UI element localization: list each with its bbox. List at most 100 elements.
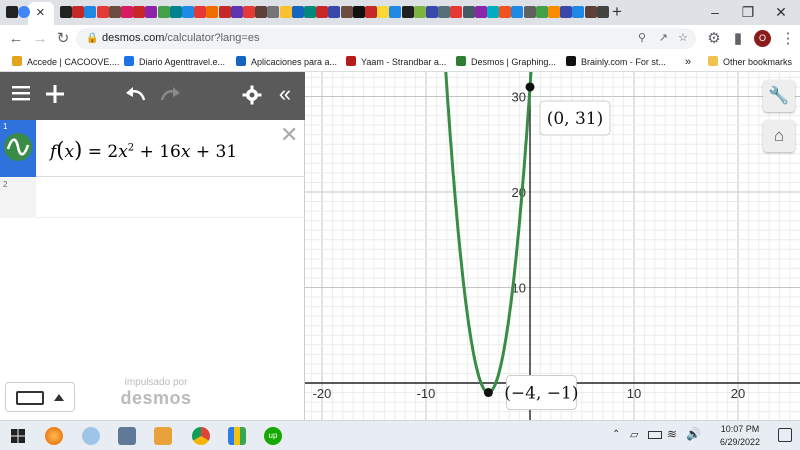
bookmark-item[interactable]: Accede | CACOOVE.... [12,56,119,68]
tab-favicon[interactable] [96,6,109,18]
point-marker[interactable] [525,82,535,92]
windows-start-icon[interactable] [11,429,25,443]
close-window-icon[interactable]: ✕ [766,3,796,21]
tab-favicon[interactable] [487,6,499,18]
tab-favicon[interactable] [108,6,121,18]
active-tab[interactable]: × [28,2,54,25]
tab-favicon[interactable] [60,6,72,18]
star-icon[interactable]: ☆ [678,28,688,49]
search-icon[interactable]: ⚲ [638,28,646,49]
tab-favicon[interactable] [291,6,304,18]
tab-favicon[interactable] [389,6,402,18]
tab-favicon[interactable] [474,6,487,18]
tab-favicon[interactable] [194,6,207,18]
share-icon[interactable]: ↗ [659,28,668,49]
firefox-icon[interactable] [45,427,63,445]
calculator-icon[interactable] [118,427,136,445]
tab-favicon[interactable] [560,6,573,18]
graph-settings-wrench-button[interactable]: 🔧 [763,80,795,112]
tab-favicon[interactable] [84,6,97,18]
profile-avatar[interactable]: O [754,30,771,47]
tab-favicon[interactable] [596,6,609,18]
tab-favicon[interactable] [255,6,268,18]
undo-icon[interactable] [124,84,148,110]
sidepanel-icon[interactable]: ▮ [728,29,748,49]
tab-favicon[interactable] [340,6,353,18]
volume-icon[interactable]: 🔊 [686,427,701,441]
expression-formula[interactable]: f(x) = 2x2 + 16x + 31 [50,138,237,162]
tab-close-icon[interactable]: × [36,4,45,21]
tab-favicon[interactable] [328,6,341,18]
point-marker[interactable] [483,388,493,398]
paint-icon[interactable] [82,427,100,445]
tab-favicon[interactable] [401,6,414,18]
hamburger-menu-icon[interactable] [10,84,32,108]
bookmarks-more[interactable]: » [685,56,691,68]
tab-favicon[interactable] [511,6,524,18]
tab-favicon[interactable] [499,6,512,18]
tab-favicon[interactable] [6,6,18,18]
tab-favicon[interactable] [72,6,85,18]
keyboard-toggle-button[interactable] [5,382,75,412]
graph-paper[interactable]: -20 -10 10 20 10 20 30 (0, 31) (−4, −1) 🔧 ⌂ [305,52,800,420]
tab-favicon[interactable] [365,6,377,18]
tab-favicon[interactable] [169,6,182,18]
wifi-icon[interactable]: ≋ [667,427,677,441]
clock[interactable]: 10:07 PM 6/29/2022 [708,423,772,449]
tab-favicon[interactable] [462,6,475,18]
add-expression-icon[interactable] [44,84,66,110]
default-viewport-home-button[interactable]: ⌂ [763,120,795,152]
tab-favicon[interactable] [133,6,146,18]
minimize-icon[interactable]: – [700,3,730,21]
tab-favicon[interactable] [535,6,548,18]
expression-tab[interactable]: 1 [0,120,36,177]
collapse-panel-icon[interactable]: « [272,83,298,105]
library-icon[interactable] [228,427,246,445]
usb-icon[interactable]: ▱ [630,428,638,441]
forward-icon[interactable]: → [30,29,50,49]
reload-icon[interactable]: ↻ [53,29,73,49]
back-icon[interactable]: ← [6,29,26,49]
tab-favicon[interactable] [438,6,451,18]
photos-icon[interactable] [154,427,172,445]
extensions-icon[interactable]: ⚙ [704,29,724,49]
tab-favicon[interactable] [145,6,158,18]
battery-icon[interactable] [648,431,662,439]
new-tab-button[interactable]: + [612,2,622,22]
graph-style-icon[interactable] [4,133,32,161]
settings-gear-icon[interactable] [241,85,263,111]
bookmark-item[interactable]: Yaam - Strandbar a... [346,56,446,68]
chevron-up-icon[interactable]: ⌃ [612,429,620,440]
tab-favicon[interactable] [572,6,585,18]
tab-favicon[interactable] [18,6,30,18]
expression-row-empty[interactable]: 2 [0,178,305,218]
tab-favicon[interactable] [304,6,316,18]
bookmark-item[interactable]: Desmos | Graphing... [456,56,556,68]
chrome-icon[interactable] [192,427,210,445]
tab-favicon[interactable] [316,6,329,18]
tab-favicon[interactable] [584,6,597,18]
tab-favicon[interactable] [413,6,426,18]
tab-favicon[interactable] [279,6,292,18]
address-bar[interactable]: 🔒 desmos.com/calculator?lang=es ⚲ ↗ ☆ [76,28,696,49]
menu-kebab-icon[interactable]: ⋮ [778,29,798,49]
redo-icon[interactable] [158,84,182,110]
tab-favicon[interactable] [450,6,463,18]
tab-favicon[interactable] [377,6,390,18]
tab-favicon[interactable] [182,6,194,18]
other-bookmarks[interactable]: Other bookmarks [708,56,792,68]
delete-expression-icon[interactable]: ✕ [280,122,298,148]
bookmark-item[interactable]: Diario Agenttravel.e... [124,56,225,68]
tab-favicon[interactable] [218,6,231,18]
sticky-notes-icon[interactable]: up [264,427,282,445]
bookmark-item[interactable]: Aplicaciones para a... [236,56,337,68]
tab-favicon[interactable] [121,6,133,18]
expression-tab[interactable]: 2 [0,178,36,218]
tab-favicon[interactable] [426,6,438,18]
tab-favicon[interactable] [206,6,219,18]
tab-favicon[interactable] [267,6,280,18]
tab-favicon[interactable] [352,6,365,18]
tab-favicon[interactable] [230,6,243,18]
tab-favicon[interactable] [157,6,170,18]
tab-favicon[interactable] [243,6,255,18]
